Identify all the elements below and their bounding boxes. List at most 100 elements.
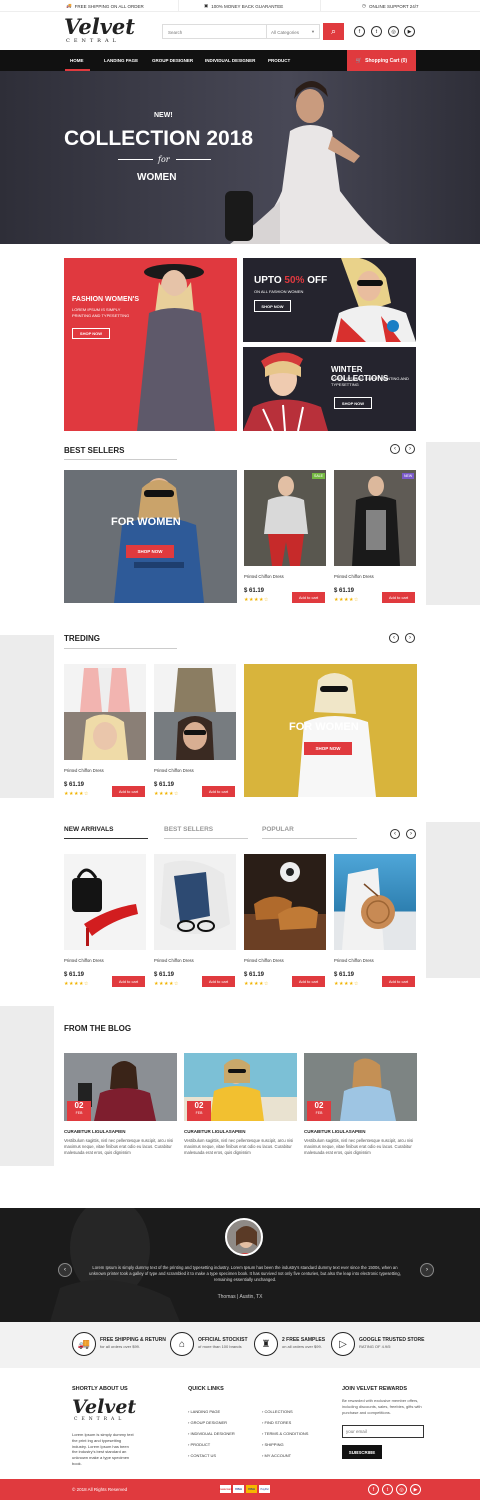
add-to-cart-button[interactable]: Add to cart: [382, 592, 415, 603]
add-to-cart-button[interactable]: Add to cart: [292, 976, 325, 987]
footer-link[interactable]: › COLLECTIONS: [262, 1406, 308, 1417]
footer-link[interactable]: › PRODUCT: [188, 1439, 235, 1450]
product-card[interactable]: Printed Chiffon Dress $ 61.19 ★★★★☆ Add …: [334, 854, 416, 989]
blog-post[interactable]: 02 FEB CURABITUR LIGULASAPIEN Vestibulum …: [184, 1053, 297, 1168]
nav-group[interactable]: GROUP DESIGNER: [152, 58, 193, 63]
trending-prev-button[interactable]: ‹: [389, 633, 399, 643]
arrivals-next-button[interactable]: ›: [406, 829, 416, 839]
testimonial-prev-button[interactable]: ‹: [58, 1263, 72, 1277]
bestsellers-banner-button[interactable]: SHOP NOW: [126, 545, 174, 558]
nav-product[interactable]: PRODUCT: [268, 58, 290, 63]
blog-post[interactable]: 02 FEB CURABITUR LIGULASAPIEN Vestibulum …: [64, 1053, 177, 1168]
promo-winter-image: [243, 352, 328, 431]
blog-post[interactable]: 02 FEB CURABITUR LIGULASAPIEN Vestibulum …: [304, 1053, 417, 1168]
facebook-icon[interactable]: f: [368, 1484, 379, 1495]
promo-winter[interactable]: WINTER COLLECTIONS LOREM IPSUM IS SIMPLY…: [243, 347, 416, 431]
footer-link[interactable]: › GROUP DESIGNER: [188, 1417, 235, 1428]
logo[interactable]: Velvet CENTRAL: [64, 16, 135, 45]
product-card[interactable]: Printed Chiffon Dress $ 61.19 ★★★★☆ Add …: [154, 854, 236, 989]
footer-logo[interactable]: Velvet CENTRAL: [72, 1398, 136, 1423]
promo-fashion[interactable]: FASHION WOMEN'S LOREM IPSUM IS SIMPLY PR…: [64, 258, 237, 431]
add-to-cart-button[interactable]: Add to cart: [112, 786, 145, 797]
trending-banner[interactable]: FOR WOMEN SHOP NOW: [244, 664, 417, 797]
product-name[interactable]: Printed Chiffon Dress: [334, 574, 374, 579]
promo-upto-post: OFF: [307, 275, 328, 286]
product-name[interactable]: Printed Chiffon Dress: [154, 958, 194, 963]
footer-link[interactable]: › LANDING PAGE: [188, 1406, 235, 1417]
footer-link-label: MY ACCOUNT: [264, 1453, 292, 1458]
add-to-cart-button[interactable]: Add to cart: [292, 592, 325, 603]
product-name[interactable]: Printed Chiffon Dress: [334, 958, 374, 963]
product-name[interactable]: Printed Chiffon Dress: [244, 574, 284, 579]
cart-button[interactable]: 🛒 Shopping Cart (0): [347, 50, 416, 71]
search-icon: ⌕: [330, 26, 337, 36]
youtube-icon[interactable]: ▶: [410, 1484, 421, 1495]
blog-post-title[interactable]: CURABITUR LIGULASAPIEN: [64, 1129, 126, 1134]
add-to-cart-button[interactable]: Add to cart: [202, 786, 235, 797]
add-to-cart-button[interactable]: Add to cart: [202, 976, 235, 987]
footer-link[interactable]: › CONTACT US: [188, 1450, 235, 1461]
youtube-icon[interactable]: ▶: [404, 26, 415, 37]
product-name[interactable]: Printed Chiffon Dress: [64, 958, 104, 963]
nav-home[interactable]: HOME: [70, 58, 84, 63]
trending-next-button[interactable]: ›: [405, 633, 415, 643]
footer-link[interactable]: › TERMS & CONDITIONS: [262, 1428, 308, 1439]
testimonial-next-button[interactable]: ›: [420, 1263, 434, 1277]
product-card[interactable]: Printed Chiffon Dress $ 61.19 ★★★★☆ Add …: [154, 664, 236, 799]
promo-upto[interactable]: UPTO 50% OFF ON ALL FASHION WOMEN SHOP N…: [243, 258, 416, 342]
footer-link[interactable]: › SHIPPING: [262, 1439, 308, 1450]
visa-icon: VISA: [246, 1485, 257, 1493]
promo-fashion-button[interactable]: SHOP NOW: [72, 328, 110, 339]
tab-popular[interactable]: POPULAR: [262, 826, 294, 833]
product-card[interactable]: Printed Chiffon Dress $ 61.19 ★★★★☆ Add …: [64, 664, 146, 799]
bestsellers-next-button[interactable]: ›: [405, 444, 415, 454]
promo-winter-text: LOREM IPSUM IS SIMPLY PRINTING AND TYPES…: [331, 376, 409, 387]
play-icon: ▷: [331, 1332, 355, 1356]
instagram-icon[interactable]: ◎: [396, 1484, 407, 1495]
blog-post-title[interactable]: CURABITUR LIGULASAPIEN: [304, 1129, 366, 1134]
copyright-text: © 2018 All Rights Reserved: [72, 1487, 128, 1492]
add-to-cart-button[interactable]: Add to cart: [382, 976, 415, 987]
product-name[interactable]: Printed Chiffon Dress: [244, 958, 284, 963]
blog-post-text: Vestibulum sagittis, nisl nec pellentesq…: [304, 1138, 414, 1155]
product-price: $ 61.19: [334, 588, 355, 594]
product-card[interactable]: NEW Printed Chiffon Dress $ 61.19 ★★★★☆ …: [334, 470, 416, 605]
subscribe-button[interactable]: SUBSCRIBE: [342, 1445, 382, 1459]
twitter-icon[interactable]: t: [382, 1484, 393, 1495]
trending-banner-button[interactable]: SHOP NOW: [304, 742, 352, 755]
footer-link[interactable]: › MY ACCOUNT: [262, 1450, 308, 1461]
bestsellers-banner[interactable]: FOR WOMEN SHOP NOW: [64, 470, 237, 603]
nav-landing[interactable]: LANDING PAGE: [104, 58, 138, 63]
category-select[interactable]: All Categories: [271, 30, 299, 35]
feature-sub: for all orders over $99.: [100, 1344, 141, 1349]
product-name[interactable]: Printed Chiffon Dress: [154, 768, 194, 773]
blog-post-title[interactable]: CURABITUR LIGULASAPIEN: [184, 1129, 246, 1134]
search-input[interactable]: Search: [168, 30, 182, 35]
search-button[interactable]: ⌕: [323, 23, 344, 40]
feature-title: OFFICIAL STOCKIST: [198, 1337, 248, 1343]
product-price: $ 61.19: [64, 782, 85, 788]
footer-link[interactable]: › INDIVIDUAL DESIGNER: [188, 1428, 235, 1439]
product-price: $ 61.19: [154, 972, 175, 978]
promo-winter-button[interactable]: SHOP NOW: [334, 397, 372, 409]
payment-methods: mastercard VISA VISA PayPal: [219, 1485, 270, 1493]
arrivals-prev-button[interactable]: ‹: [390, 829, 400, 839]
twitter-icon[interactable]: t: [371, 26, 382, 37]
facebook-icon[interactable]: f: [354, 26, 365, 37]
product-name[interactable]: Printed Chiffon Dress: [64, 768, 104, 773]
product-price: $ 61.19: [64, 972, 85, 978]
email-field[interactable]: [342, 1425, 424, 1438]
tab-best-sellers[interactable]: BEST SELLERS: [164, 826, 213, 833]
product-card[interactable]: Printed Chiffon Dress $ 61.19 ★★★★☆ Add …: [64, 854, 146, 989]
promo-upto-button[interactable]: SHOP NOW: [254, 300, 291, 312]
product-card[interactable]: Printed Chiffon Dress $ 61.19 ★★★★☆ Add …: [244, 854, 326, 989]
rating-stars: ★★★★☆: [154, 791, 179, 797]
bestsellers-prev-button[interactable]: ‹: [390, 444, 400, 454]
footer-link[interactable]: › FIND STORES: [262, 1417, 308, 1428]
tab-new-arrivals[interactable]: NEW ARRIVALS: [64, 826, 113, 833]
add-to-cart-button[interactable]: Add to cart: [112, 976, 145, 987]
rating-stars: ★★★★☆: [64, 791, 89, 797]
nav-individual[interactable]: INDIVIDUAL DESIGNER: [205, 58, 255, 63]
instagram-icon[interactable]: ◎: [388, 26, 399, 37]
product-card[interactable]: SALE Printed Chiffon Dress $ 61.19 ★★★★☆…: [244, 470, 326, 605]
